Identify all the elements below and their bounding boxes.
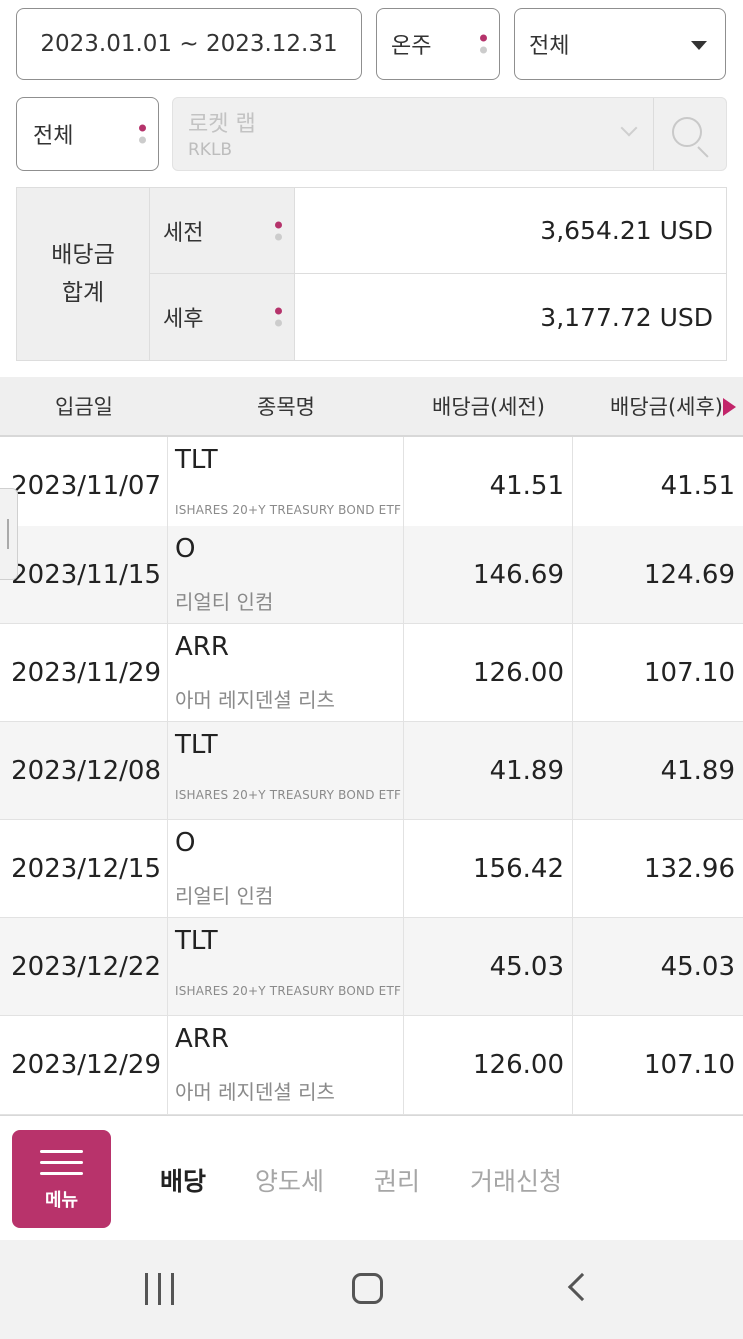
- table-row[interactable]: 2023/12/15 O 리얼티 인컴 156.42 132.96: [0, 820, 743, 918]
- menu-label: 메뉴: [44, 1190, 79, 1211]
- row-ticker: O: [175, 828, 196, 858]
- row-date: 2023/12/22: [0, 918, 168, 1015]
- header-pre-tax: 배당금(세전): [432, 395, 545, 419]
- table-row[interactable]: 2023/11/15 O 리얼티 인컴 146.69 124.69: [0, 526, 743, 624]
- account-filter-value: 전체: [33, 124, 74, 149]
- summary-post-tax-row: 세후 3,177.72 USD: [150, 274, 726, 360]
- back-icon[interactable]: [567, 1272, 597, 1302]
- select-indicator-icon: [480, 34, 487, 54]
- period-select-value: 온주: [391, 34, 432, 59]
- row-stock-name: 아머 레지덴셜 리츠: [175, 1080, 335, 1104]
- row-pre-tax: 126.00: [404, 624, 573, 721]
- row-stock: O 리얼티 인컴: [168, 526, 404, 623]
- row-stock-name: 아머 레지덴셜 리츠: [175, 688, 335, 712]
- stock-name: 로켓 랩: [188, 112, 256, 137]
- stock-search-field[interactable]: 로켓 랩 RKLB: [172, 97, 727, 171]
- row-ticker: O: [175, 534, 196, 564]
- summary-title: 배당금합계: [17, 188, 150, 360]
- row-stock: ARR 아머 레지덴셜 리츠: [168, 624, 404, 721]
- row-ticker: TLT: [175, 926, 218, 956]
- table-row[interactable]: 2023/12/08 TLT ISHARES 20+Y TREASURY BON…: [0, 722, 743, 820]
- dividend-summary: 배당금합계 세전 3,654.21 USD 세후 3,177.72 USD: [16, 187, 727, 361]
- pre-tax-label[interactable]: 세전: [150, 188, 295, 273]
- header-date: 입금일: [55, 395, 113, 419]
- header-post-tax: 배당금(세후): [610, 395, 723, 419]
- stock-code: RKLB: [188, 140, 233, 160]
- row-stock: TLT ISHARES 20+Y TREASURY BOND ETF: [168, 437, 404, 534]
- type-select-value: 전체: [529, 34, 570, 59]
- recent-apps-icon[interactable]: [145, 1273, 177, 1305]
- summary-pre-tax-row: 세전 3,654.21 USD: [150, 188, 726, 274]
- post-tax-label[interactable]: 세후: [150, 274, 295, 360]
- period-select[interactable]: 온주: [376, 8, 500, 80]
- row-stock-name: 리얼티 인컴: [175, 884, 274, 908]
- post-tax-label-text: 세후: [163, 307, 204, 332]
- row-post-tax: 41.89: [660, 755, 735, 786]
- row-date: 2023/12/15: [0, 820, 168, 917]
- table-row[interactable]: 2023/12/29 ARR 아머 레지덴셜 리츠 126.00 107.10: [0, 1016, 743, 1115]
- date-range-text: 2023.01.01 ~ 2023.12.31: [40, 31, 338, 57]
- summary-title-line1: 배당금: [51, 242, 115, 268]
- row-date: 2023/11/07: [0, 437, 168, 534]
- row-date: 2023/12/29: [0, 1016, 168, 1114]
- row-pre-tax: 156.42: [404, 820, 573, 917]
- post-tax-value: 3,177.72 USD: [540, 302, 713, 332]
- table-row[interactable]: 2023/12/22 TLT ISHARES 20+Y TREASURY BON…: [0, 918, 743, 1016]
- account-filter-select[interactable]: 전체: [16, 97, 159, 171]
- header-stock: 종목명: [257, 395, 315, 419]
- row-pre-tax: 41.51: [404, 437, 573, 534]
- row-stock-name: ISHARES 20+Y TREASURY BOND ETF: [175, 788, 402, 802]
- arrow-right-icon[interactable]: [723, 398, 736, 416]
- row-stock: TLT ISHARES 20+Y TREASURY BOND ETF: [168, 722, 404, 819]
- row-date: 2023/12/08: [0, 722, 168, 819]
- row-stock-name: ISHARES 20+Y TREASURY BOND ETF: [175, 503, 402, 517]
- side-drawer-handle[interactable]: [0, 488, 18, 580]
- date-range-field[interactable]: 2023.01.01 ~ 2023.12.31: [16, 8, 362, 80]
- select-indicator-icon: [139, 124, 146, 144]
- chevron-down-icon: [691, 41, 707, 50]
- row-pre-tax: 146.69: [404, 526, 573, 623]
- row-post-tax: 107.10: [644, 657, 735, 688]
- row-post-tax: 107.10: [644, 1050, 735, 1080]
- type-select[interactable]: 전체: [514, 8, 726, 80]
- select-indicator-icon: [275, 221, 282, 240]
- row-post-tax: 132.96: [644, 853, 735, 884]
- summary-title-line2: 합계: [61, 280, 105, 306]
- table-row[interactable]: 2023/11/07 TLT ISHARES 20+Y TREASURY BON…: [0, 437, 743, 535]
- row-ticker: ARR: [175, 1024, 229, 1054]
- row-pre-tax: 126.00: [404, 1016, 573, 1114]
- row-date: 2023/11/15: [0, 526, 168, 623]
- row-pre-tax: 41.89: [404, 722, 573, 819]
- table-header: 입금일 종목명 배당금(세전) 배당금(세후): [0, 377, 743, 437]
- bottom-tab-bar: 메뉴 배당 양도세 권리 거래신청: [0, 1115, 743, 1240]
- row-ticker: TLT: [175, 445, 218, 475]
- select-indicator-icon: [275, 307, 282, 327]
- row-stock-name: 리얼티 인컴: [175, 590, 274, 614]
- menu-button[interactable]: 메뉴: [12, 1130, 111, 1228]
- pre-tax-value: 3,654.21 USD: [540, 216, 713, 245]
- row-stock: O 리얼티 인컴: [168, 820, 404, 917]
- row-ticker: TLT: [175, 730, 218, 760]
- tab-dividend[interactable]: 배당: [160, 1162, 206, 1198]
- row-post-tax: 124.69: [644, 559, 735, 590]
- table-row[interactable]: 2023/11/29 ARR 아머 레지덴셜 리츠 126.00 107.10: [0, 624, 743, 722]
- chevron-down-icon: [620, 119, 638, 137]
- pre-tax-label-text: 세전: [163, 220, 204, 246]
- row-stock: TLT ISHARES 20+Y TREASURY BOND ETF: [168, 918, 404, 1015]
- tab-trade-request[interactable]: 거래신청: [470, 1162, 562, 1198]
- row-stock: ARR 아머 레지덴셜 리츠: [168, 1016, 404, 1114]
- home-icon[interactable]: [352, 1273, 383, 1304]
- tab-rights[interactable]: 권리: [374, 1162, 420, 1198]
- row-post-tax: 41.51: [660, 470, 735, 501]
- system-nav-bar: [0, 1240, 743, 1339]
- tab-capital-gains-tax[interactable]: 양도세: [255, 1162, 324, 1198]
- search-button[interactable]: [653, 98, 726, 170]
- row-pre-tax: 45.03: [404, 918, 573, 1015]
- row-ticker: ARR: [175, 632, 229, 662]
- row-post-tax: 45.03: [660, 951, 735, 982]
- row-stock-name: ISHARES 20+Y TREASURY BOND ETF: [175, 984, 402, 998]
- row-date: 2023/11/29: [0, 624, 168, 721]
